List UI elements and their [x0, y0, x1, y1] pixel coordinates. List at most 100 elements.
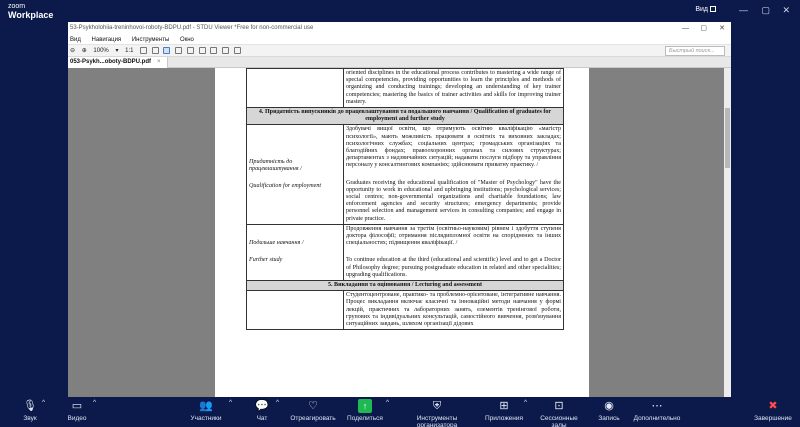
search-icon[interactable]	[233, 46, 241, 54]
zoom-in-button[interactable]: ⊕	[82, 45, 87, 57]
menu-navigation[interactable]: Навигация	[92, 37, 122, 43]
close-button[interactable]: ✕	[782, 5, 790, 16]
more-button[interactable]: ⋯ Дополнительно	[630, 399, 684, 422]
viewer-maximize-button[interactable]: ▢	[700, 22, 707, 35]
single-page-icon[interactable]	[186, 46, 194, 54]
viewer-minimize-button[interactable]: —	[682, 22, 689, 35]
scrollbar-thumb[interactable]	[725, 108, 730, 168]
mic-muted-icon: 🎙	[23, 400, 37, 412]
chat-icon: 💬	[255, 400, 269, 412]
share-screen-icon: ↑	[358, 399, 372, 413]
heart-icon: ♡	[308, 400, 318, 412]
document-tab[interactable]: 053-Psykh...oboty-BDPU.pdf ×	[68, 57, 168, 68]
document-view-area[interactable]: oriented disciplines in the educational …	[68, 68, 731, 397]
shared-viewer-window: 53-Psykholohiia-treninhovoi-roboty-BDPU.…	[68, 22, 731, 397]
record-icon: ◉	[604, 400, 614, 412]
section5-text: Студентоцентроване, практико- та проблем…	[343, 290, 564, 331]
tab-close-icon[interactable]: ×	[157, 59, 161, 65]
document-page: oriented disciplines in the educational …	[215, 68, 589, 397]
continuous-page-icon[interactable]	[198, 46, 206, 54]
fit-width-icon[interactable]	[140, 46, 148, 54]
end-icon: ✖	[768, 400, 778, 412]
table-row: Подальше навчання / Further study Продов…	[246, 223, 564, 282]
chat-chevron-icon[interactable]: ^	[276, 399, 279, 406]
select-tool-icon[interactable]	[163, 46, 171, 54]
react-label: Отреагировать	[290, 415, 336, 422]
table-cell-empty	[246, 68, 344, 109]
zoom-logo: zoom Workplace	[8, 2, 53, 20]
end-button[interactable]: ✖ Завершение	[752, 399, 794, 422]
record-label: Запись	[598, 415, 620, 422]
participants-chevron-icon[interactable]: ^	[229, 399, 232, 406]
zoom-control-bar: 🎙 Звук ^ ▭ Видео ^ 👥 Участники ^ 💬 Чат ^…	[0, 397, 800, 427]
grid-view-icon	[710, 6, 716, 13]
host-tools-label: Инструменты организатора	[416, 415, 458, 427]
record-button[interactable]: ◉ Запись	[596, 399, 622, 422]
minimize-button[interactable]: —	[739, 5, 748, 15]
share-button[interactable]: ↑ Поделиться	[346, 399, 384, 422]
zoom-dropdown-icon[interactable]: ▾	[115, 45, 118, 57]
menu-window[interactable]: Окно	[180, 37, 194, 43]
more-icon: ⋯	[651, 400, 663, 412]
maximize-button[interactable]: ▢	[761, 5, 770, 16]
viewer-titlebar: 53-Psykholohiia-treninhovoi-roboty-BDPU.…	[68, 22, 731, 35]
vertical-scrollbar[interactable]	[724, 68, 731, 397]
snapshot-icon[interactable]	[221, 46, 229, 54]
apps-button[interactable]: ⊞ Приложения	[485, 399, 523, 422]
quick-search-input[interactable]: Быстрый поиск...	[665, 46, 725, 56]
video-button[interactable]: ▭ Видео	[64, 399, 90, 422]
end-label: Завершение	[754, 415, 792, 422]
breakout-rooms-label: Сессионные залы	[540, 415, 578, 427]
apps-chevron-icon[interactable]: ^	[524, 399, 527, 406]
table-row: oriented disciplines in the educational …	[246, 68, 564, 109]
view-button[interactable]: Вид	[695, 6, 716, 13]
chat-button[interactable]: 💬 Чат	[252, 399, 272, 422]
employment-text-ua: Здобувачі вищої освіти, що отримують осв…	[346, 126, 561, 169]
shield-icon: ⛨	[432, 400, 442, 412]
zoom-level[interactable]: 100%	[93, 45, 108, 57]
table-cell-empty	[246, 290, 344, 331]
employment-label-cell: Придатність до працевлаштування / Qualif…	[246, 124, 344, 225]
zoom-top-bar: zoom Workplace Вид — ▢ ✕	[0, 0, 800, 22]
share-label: Поделиться	[347, 415, 383, 422]
breakout-rooms-icon: ⊡	[554, 400, 564, 412]
rotate-icon[interactable]	[151, 46, 159, 54]
further-label-ua: Подальше навчання /	[249, 240, 304, 247]
hand-tool-icon[interactable]	[175, 46, 183, 54]
view-button-label: Вид	[695, 6, 708, 13]
document-tabbar: 053-Psykh...oboty-BDPU.pdf ×	[68, 57, 731, 68]
apps-label: Приложения	[485, 415, 524, 422]
share-chevron-icon[interactable]: ^	[386, 399, 389, 406]
apps-icon: ⊞	[499, 400, 509, 412]
employment-label-en: Qualification for employment	[249, 183, 322, 190]
employment-text-cell: Здобувачі вищої освіти, що отримують осв…	[343, 124, 564, 225]
two-pages-icon[interactable]	[210, 46, 218, 54]
participants-icon: 👥	[199, 400, 213, 412]
section4-header: 4. Придатність випускників до працевлашт…	[246, 107, 564, 126]
zoom-logo-line2: Workplace	[8, 10, 54, 20]
breakout-rooms-button[interactable]: ⊡ Сессионные залы	[532, 399, 586, 427]
program-table: oriented disciplines in the educational …	[246, 68, 564, 331]
participants-button[interactable]: 👥 Участники	[188, 399, 224, 422]
viewer-close-button[interactable]: ✕	[719, 22, 725, 35]
video-options-chevron-icon[interactable]: ^	[93, 399, 96, 406]
viewer-toolbar: ⊖ ⊕ 100% ▾ 1:1	[68, 45, 731, 57]
row-top-text: oriented disciplines in the educational …	[343, 68, 564, 109]
chat-label: Чат	[256, 415, 268, 422]
audio-button[interactable]: 🎙 Звук	[18, 399, 42, 422]
zoom-out-button[interactable]: ⊖	[70, 45, 75, 57]
audio-options-chevron-icon[interactable]: ^	[42, 399, 45, 406]
section-header-row: 5. Викладання та оцінювання / Lecturing …	[246, 280, 564, 292]
menu-view[interactable]: Вид	[70, 37, 81, 43]
table-row: Студентоцентроване, практико- та проблем…	[246, 290, 564, 331]
table-row: Придатність до працевлаштування / Qualif…	[246, 124, 564, 225]
host-tools-button[interactable]: ⛨ Инструменты организатора	[396, 399, 478, 427]
participants-label: Участники	[190, 415, 222, 422]
document-tab-label: 053-Psykh...oboty-BDPU.pdf	[70, 59, 152, 65]
page-field[interactable]: 1:1	[125, 45, 133, 57]
further-label-cell: Подальше навчання / Further study	[246, 223, 344, 282]
section-header-row: 4. Придатність випускників до працевлашт…	[246, 107, 564, 126]
react-button[interactable]: ♡ Отреагировать	[290, 399, 336, 422]
further-label-en: Further study	[249, 257, 283, 264]
menu-tools[interactable]: Инструменты	[132, 37, 169, 43]
